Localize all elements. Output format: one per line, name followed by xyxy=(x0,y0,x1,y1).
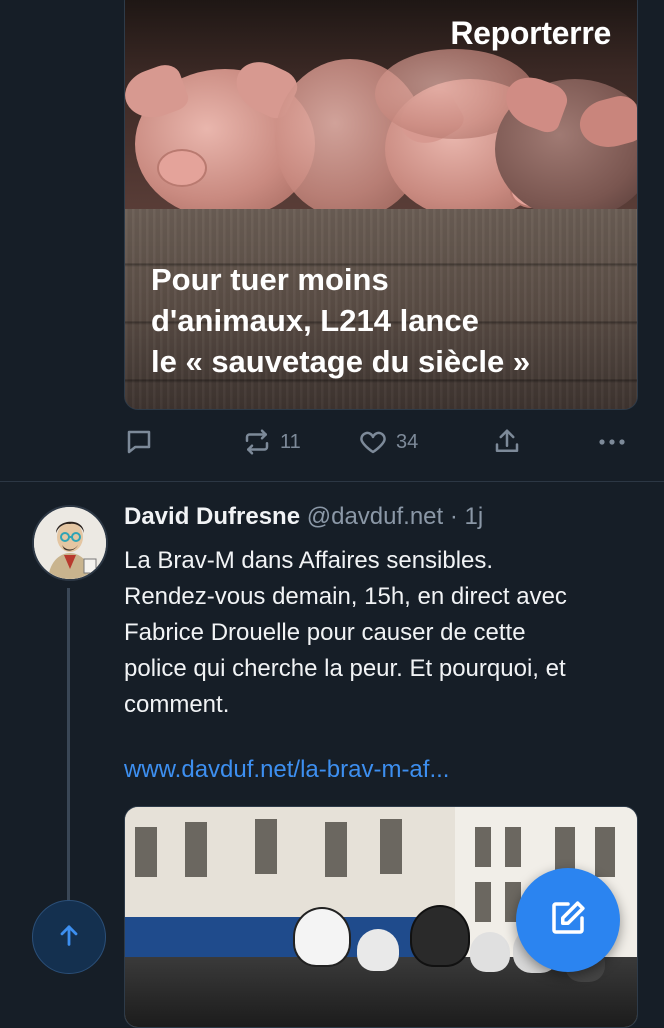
post-body: La Brav-M dans Affaires sensibles. Rende… xyxy=(124,547,567,718)
arrow-up-icon xyxy=(55,921,83,954)
repost-count: 11 xyxy=(280,430,301,453)
author-handle[interactable]: @davduf.net xyxy=(307,503,443,530)
post-header: David Dufresne @davduf.net · 1j xyxy=(124,503,483,531)
more-icon xyxy=(596,427,628,457)
compose-icon xyxy=(547,897,589,944)
post-link[interactable]: www.davduf.net/la-brav-m-af... xyxy=(124,756,449,784)
post-divider xyxy=(0,481,664,482)
repost-icon xyxy=(242,427,272,457)
more-button[interactable] xyxy=(596,424,628,460)
reply-icon xyxy=(124,427,154,457)
thread-line xyxy=(67,588,70,908)
link-card-image[interactable]: Reporterre Pour tuer moins d'animaux, L2… xyxy=(124,0,638,410)
repost-button[interactable]: 11 xyxy=(242,424,301,460)
heart-icon xyxy=(358,427,388,457)
compose-button[interactable] xyxy=(516,868,620,972)
author-name[interactable]: David Dufresne xyxy=(124,503,300,530)
reply-button[interactable] xyxy=(124,424,154,460)
share-icon xyxy=(492,427,522,457)
like-button[interactable]: 34 xyxy=(358,424,418,460)
card-brand-label: Reporterre xyxy=(450,15,611,51)
post-separator: · xyxy=(443,503,465,530)
share-button[interactable] xyxy=(492,424,522,460)
like-count: 34 xyxy=(396,430,419,453)
avatar[interactable] xyxy=(32,505,108,581)
post-time: 1j xyxy=(464,503,484,530)
scroll-to-top-button[interactable] xyxy=(32,900,106,974)
card-headline: Pour tuer moins d'animaux, L214 lance le… xyxy=(151,262,531,379)
post-action-bar: 11 34 xyxy=(124,424,636,460)
